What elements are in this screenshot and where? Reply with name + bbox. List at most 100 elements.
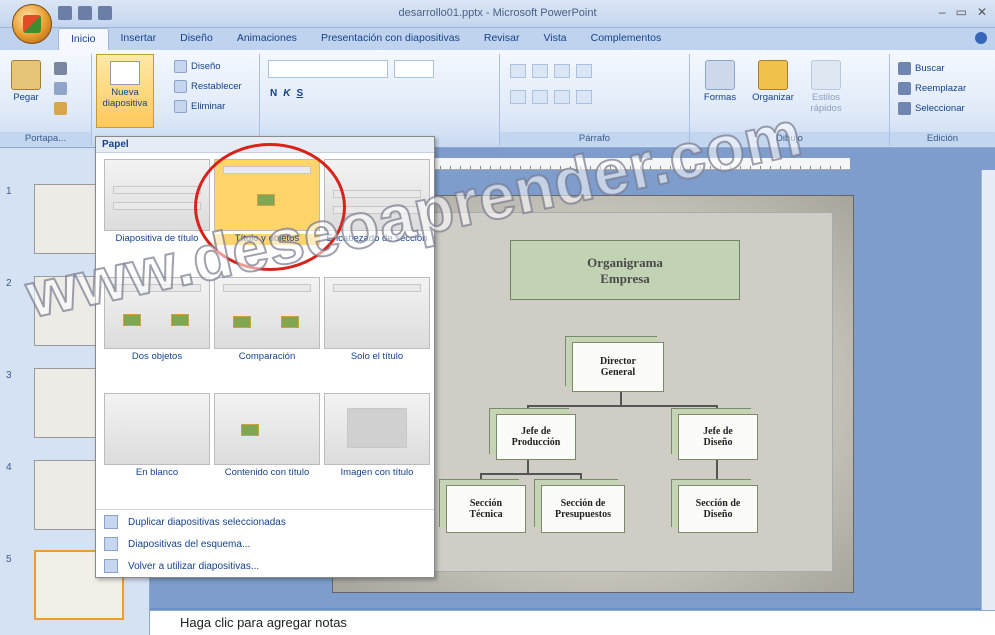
outdent-icon[interactable] — [576, 64, 592, 78]
align-right-icon[interactable] — [554, 90, 570, 104]
title-bar: desarrollo01.pptx - Microsoft PowerPoint… — [0, 0, 995, 28]
layout-preview — [324, 393, 430, 465]
window-controls: – ▭ ✕ — [939, 5, 987, 19]
tab-diseno[interactable]: Diseño — [168, 28, 225, 50]
cut-button[interactable] — [54, 62, 67, 75]
indent-icon[interactable] — [554, 64, 570, 78]
justify-icon[interactable] — [576, 90, 592, 104]
paste-icon — [11, 60, 41, 90]
menu-item-outline[interactable]: Diapositivas del esquema... — [104, 537, 250, 551]
connector-line — [480, 473, 580, 475]
slide-number: 3 — [6, 370, 12, 381]
find-button[interactable]: Buscar — [898, 62, 945, 75]
layout-label: En blanco — [135, 467, 179, 478]
slide-number: 1 — [6, 186, 12, 197]
reset-button[interactable]: Restablecer — [174, 80, 242, 93]
group-label-editing: Edición — [890, 132, 995, 146]
select-button[interactable]: Seleccionar — [898, 102, 965, 115]
content-icon — [233, 316, 251, 328]
notes-pane[interactable]: Haga clic para agregar notas — [150, 610, 995, 635]
org-box-director[interactable]: Director General — [572, 342, 664, 392]
font-name-combo[interactable] — [268, 60, 388, 78]
org-box-jefe-diseno[interactable]: Jefe de Diseño — [678, 414, 758, 460]
connector-line — [580, 473, 582, 485]
shapes-button[interactable]: Formas — [700, 60, 740, 103]
align-left-icon[interactable] — [510, 90, 526, 104]
tab-revisar[interactable]: Revisar — [472, 28, 532, 50]
tab-presentacion[interactable]: Presentación con diapositivas — [309, 28, 472, 50]
italic-icon[interactable]: K — [283, 88, 290, 99]
connector-line — [527, 405, 717, 407]
content-icon — [241, 424, 259, 436]
paste-button[interactable]: Pegar — [8, 60, 44, 103]
new-slide-button[interactable]: Nueva diapositiva — [96, 54, 154, 128]
replace-icon — [898, 82, 911, 95]
layout-label: Imagen con título — [340, 467, 414, 478]
ribbon-tabs: Inicio Insertar Diseño Animaciones Prese… — [0, 28, 995, 50]
layout-option-blank[interactable]: En blanco — [104, 393, 210, 479]
bullets-icon[interactable] — [510, 64, 526, 78]
paragraph-row-1 — [510, 64, 592, 78]
font-size-combo[interactable] — [394, 60, 434, 78]
layout-preview — [104, 393, 210, 465]
arrange-icon — [758, 60, 788, 90]
layout-label: Contenido con título — [224, 467, 310, 478]
ribbon: Pegar Portapa... Diseño Restablecer Elim… — [0, 50, 995, 148]
slide-banner[interactable]: Organigrama Empresa — [510, 240, 740, 300]
layout-button[interactable]: Diseño — [174, 60, 221, 73]
content-icon — [171, 314, 189, 326]
vertical-scrollbar[interactable] — [981, 170, 995, 610]
group-editing: Buscar Reemplazar Seleccionar Edición — [890, 54, 995, 146]
slide-number: 5 — [6, 554, 12, 565]
format-painter-button[interactable] — [54, 102, 67, 115]
close-icon[interactable]: ✕ — [977, 5, 987, 19]
minimize-icon[interactable]: – — [939, 5, 946, 19]
layout-preview — [324, 277, 430, 349]
content-icon — [281, 316, 299, 328]
layout-option-content-caption[interactable]: Contenido con título — [214, 393, 320, 479]
help-icon[interactable] — [975, 32, 987, 44]
reuse-slides-icon — [104, 559, 118, 573]
tab-animaciones[interactable]: Animaciones — [225, 28, 309, 50]
quick-styles-button[interactable]: Estilos rápidos — [804, 60, 848, 114]
layout-icon — [174, 60, 187, 73]
placeholder-bar — [113, 186, 201, 194]
connector-line — [527, 460, 529, 474]
office-button[interactable] — [12, 4, 52, 44]
quick-styles-icon — [811, 60, 841, 90]
connector-line — [480, 473, 482, 485]
group-font: NKS — [260, 54, 500, 146]
brush-icon — [54, 102, 67, 115]
org-box-jefe-produccion[interactable]: Jefe de Producción — [496, 414, 576, 460]
tab-insertar[interactable]: Insertar — [109, 28, 169, 50]
menu-item-duplicate[interactable]: Duplicar diapositivas seleccionadas — [104, 515, 286, 529]
align-center-icon[interactable] — [532, 90, 548, 104]
cut-icon — [54, 62, 67, 75]
layout-option-picture-caption[interactable]: Imagen con título — [324, 393, 430, 479]
copy-button[interactable] — [54, 82, 67, 95]
org-box-seccion-diseno[interactable]: Sección de Diseño — [678, 485, 758, 533]
tab-vista[interactable]: Vista — [531, 28, 578, 50]
font-format-row: NKS — [270, 88, 303, 99]
menu-item-reuse[interactable]: Volver a utilizar diapositivas... — [104, 559, 259, 573]
office-logo-icon — [23, 15, 41, 33]
placeholder-bar — [113, 202, 201, 210]
placeholder-bar — [333, 284, 421, 292]
bold-icon[interactable]: N — [270, 88, 277, 99]
new-slide-icon — [110, 61, 140, 85]
org-box-seccion-tecnica[interactable]: Sección Técnica — [446, 485, 526, 533]
tab-inicio[interactable]: Inicio — [58, 28, 109, 50]
delete-button[interactable]: Eliminar — [174, 100, 225, 113]
copy-icon — [54, 82, 67, 95]
tab-complementos[interactable]: Complementos — [579, 28, 674, 50]
org-box-seccion-presupuestos[interactable]: Sección de Presupuestos — [541, 485, 625, 533]
replace-button[interactable]: Reemplazar — [898, 82, 966, 95]
underline-icon[interactable]: S — [296, 88, 303, 99]
group-clipboard: Pegar Portapa... — [0, 54, 92, 146]
layout-option-title-only[interactable]: Solo el título — [324, 277, 430, 363]
cursor-icon — [898, 102, 911, 115]
layout-preview — [214, 393, 320, 465]
connector-line — [620, 392, 622, 406]
numbering-icon[interactable] — [532, 64, 548, 78]
restore-icon[interactable]: ▭ — [956, 5, 967, 19]
